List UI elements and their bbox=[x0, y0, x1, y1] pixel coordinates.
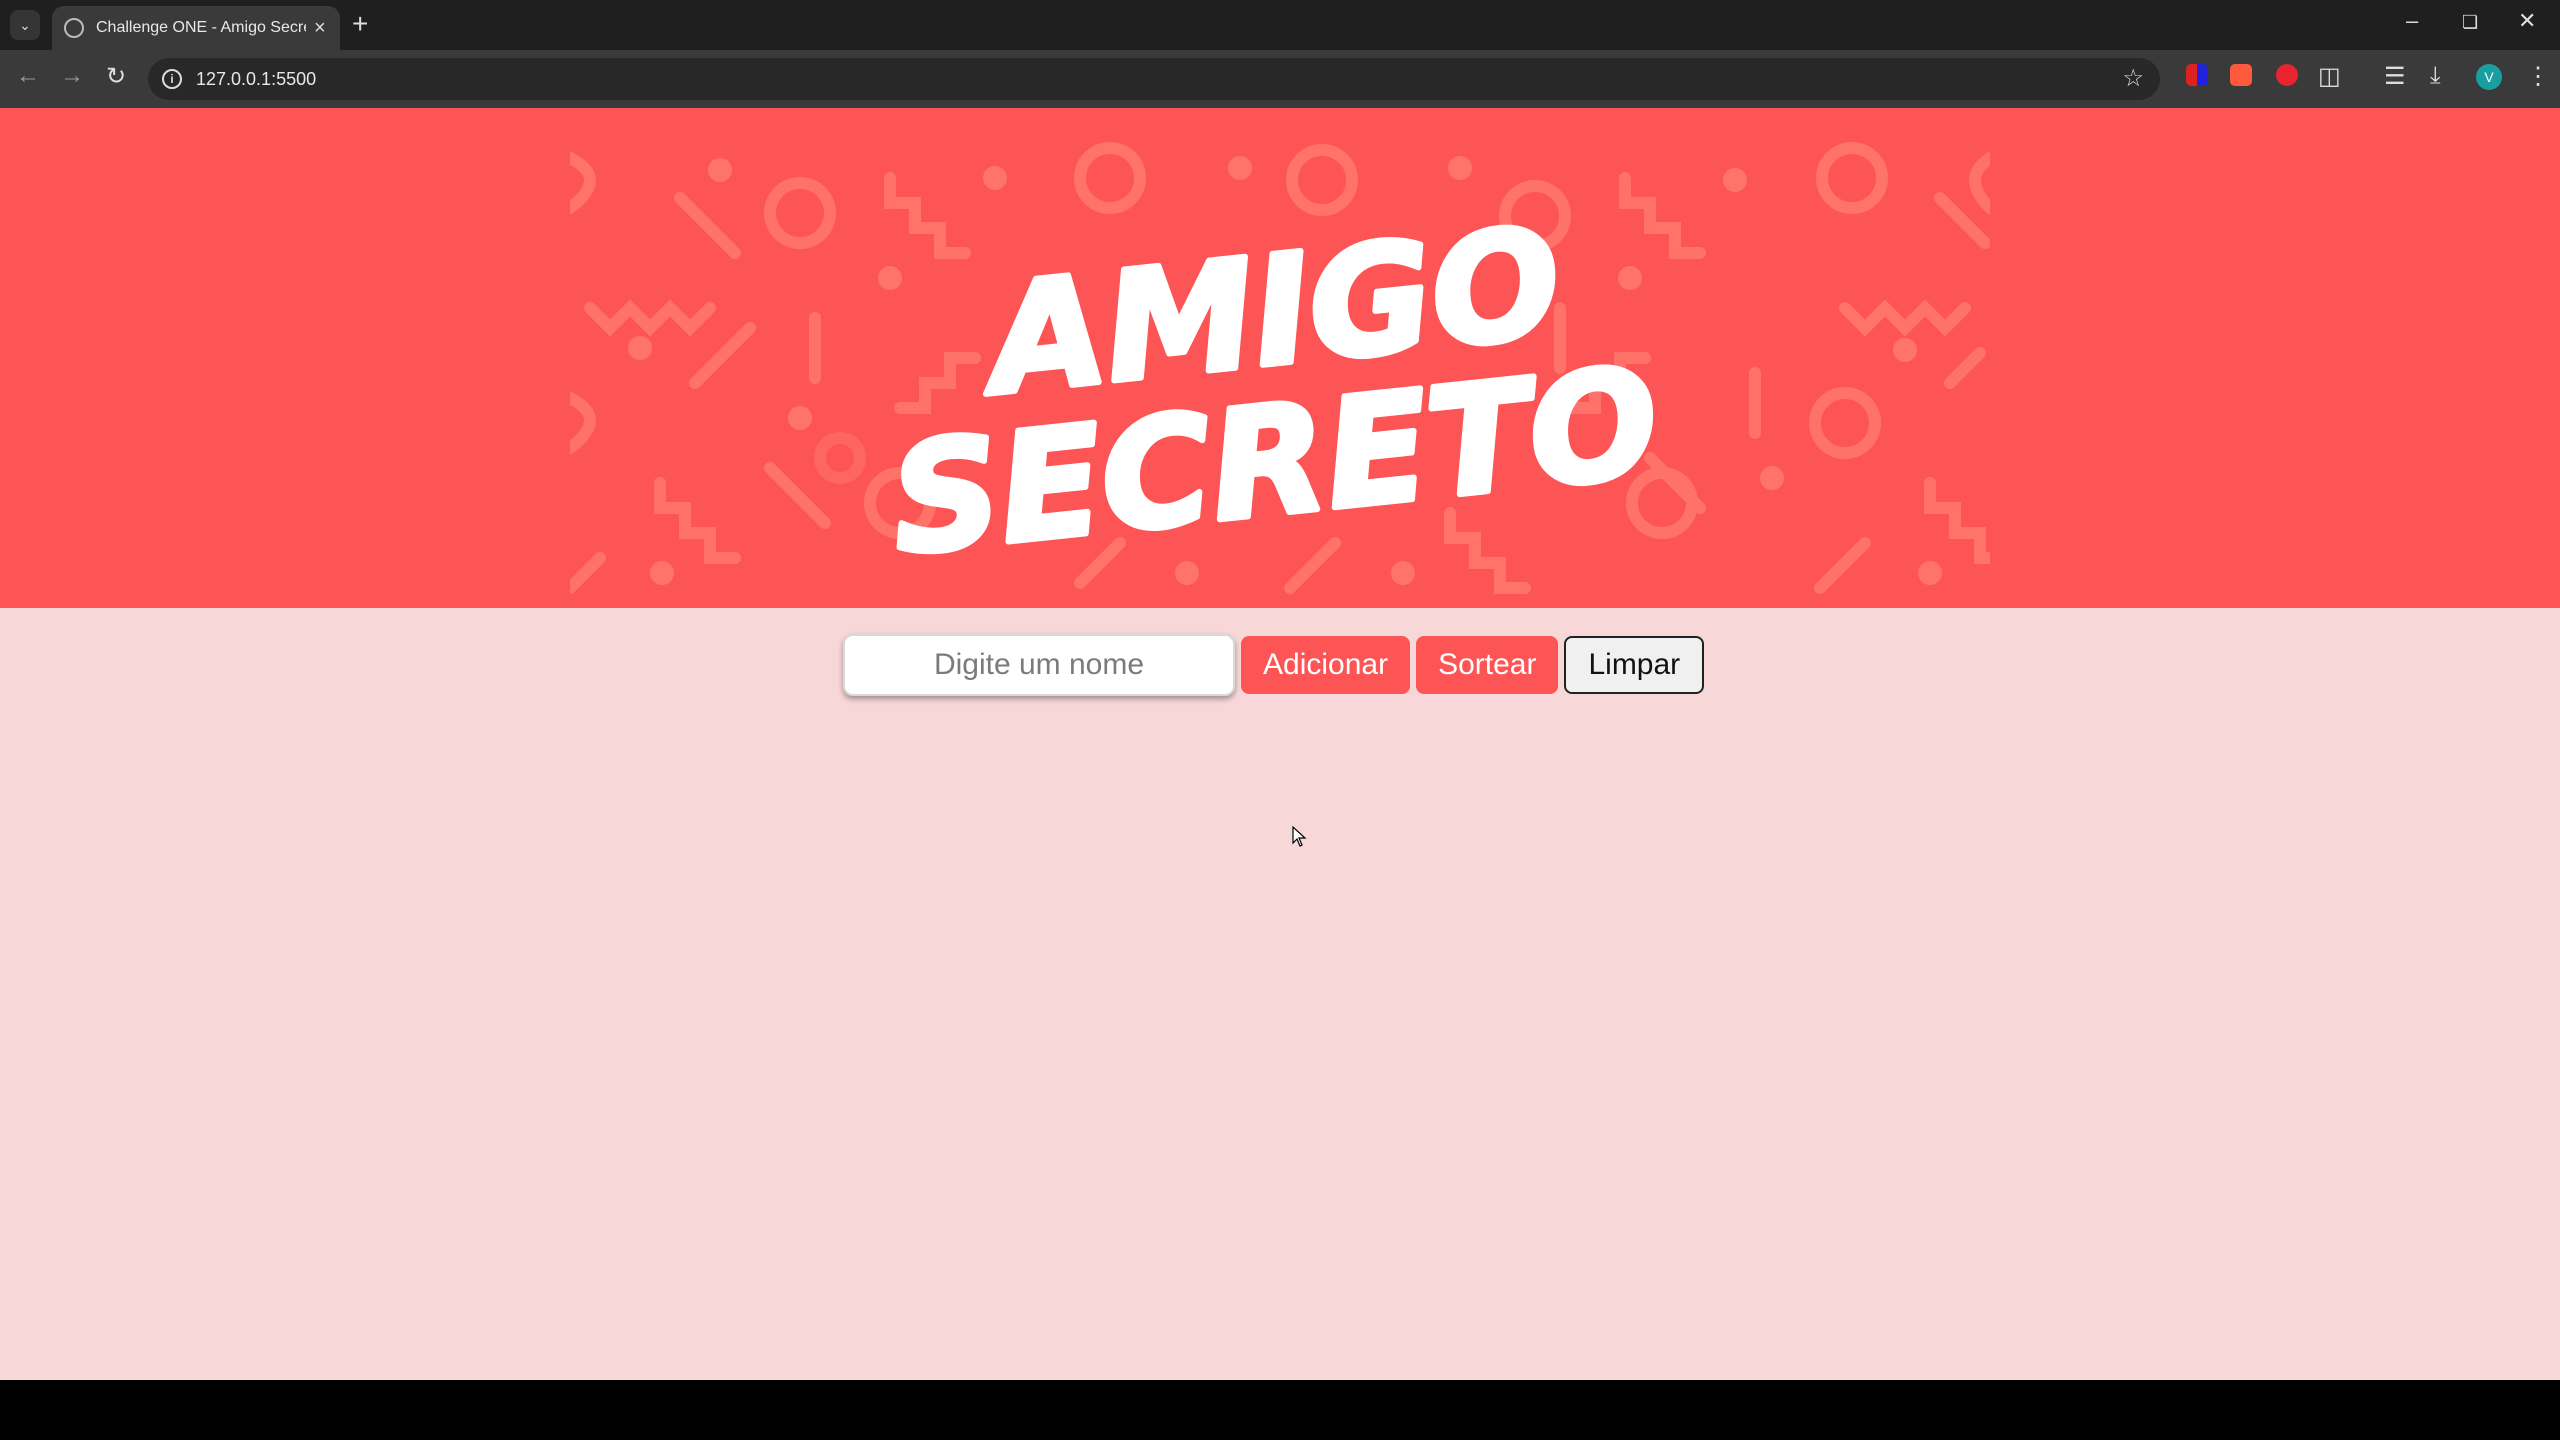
bookmark-star-icon[interactable]: ☆ bbox=[2122, 64, 2144, 93]
site-info-icon[interactable]: i bbox=[162, 69, 182, 89]
address-bar[interactable]: i 127.0.0.1:5500 ☆ bbox=[148, 58, 2160, 100]
minimize-icon[interactable]: – bbox=[2406, 8, 2418, 34]
amigo-secreto-logo: AMIGO SECRETO bbox=[570, 142, 1990, 594]
new-tab-plus-icon[interactable]: + bbox=[352, 8, 368, 40]
download-icon[interactable]: ⤓ bbox=[2430, 62, 2441, 90]
forward-arrow-icon[interactable]: → bbox=[60, 62, 84, 90]
close-tab-icon[interactable]: × bbox=[314, 17, 326, 40]
page-body: AMIGO SECRETO Adicionar Sortear Limpar bbox=[0, 108, 2560, 1380]
browser-toolbar: ← → ↻ i 127.0.0.1:5500 ☆ ◫ ☰ ⤓ V ⋮ bbox=[0, 50, 2560, 108]
tab-list-chevron-icon[interactable]: ⌄ bbox=[10, 10, 40, 40]
restore-icon[interactable]: ❏ bbox=[2462, 12, 2478, 33]
extension-icon-1[interactable] bbox=[2186, 64, 2208, 86]
browser-tab-bar: ⌄ Challenge ONE - Amigo Secreto × + – ❏ … bbox=[0, 0, 2560, 50]
kebab-menu-icon[interactable]: ⋮ bbox=[2526, 62, 2550, 91]
mouse-cursor-icon bbox=[1292, 826, 1307, 847]
name-input[interactable] bbox=[843, 634, 1235, 696]
url-text[interactable]: 127.0.0.1:5500 bbox=[196, 69, 316, 90]
media-controls-icon[interactable]: ☰ bbox=[2384, 62, 2406, 91]
globe-icon bbox=[64, 18, 84, 38]
header-banner: AMIGO SECRETO bbox=[0, 108, 2560, 608]
reload-icon[interactable]: ↻ bbox=[106, 62, 126, 91]
add-button[interactable]: Adicionar bbox=[1241, 636, 1411, 694]
back-arrow-icon[interactable]: ← bbox=[16, 62, 40, 90]
extension-icon-3[interactable] bbox=[2276, 64, 2298, 86]
name-entry-controls: Adicionar Sortear Limpar bbox=[843, 634, 1705, 696]
profile-avatar[interactable]: V bbox=[2476, 64, 2502, 90]
clear-button[interactable]: Limpar bbox=[1564, 636, 1705, 694]
extension-icon-2[interactable] bbox=[2230, 64, 2252, 86]
extensions-puzzle-icon[interactable]: ◫ bbox=[2318, 62, 2341, 91]
window-close-icon[interactable]: ✕ bbox=[2518, 8, 2536, 34]
browser-tab[interactable]: Challenge ONE - Amigo Secreto × bbox=[52, 6, 340, 50]
tab-title: Challenge ONE - Amigo Secreto bbox=[96, 19, 306, 36]
draw-button[interactable]: Sortear bbox=[1416, 636, 1559, 694]
